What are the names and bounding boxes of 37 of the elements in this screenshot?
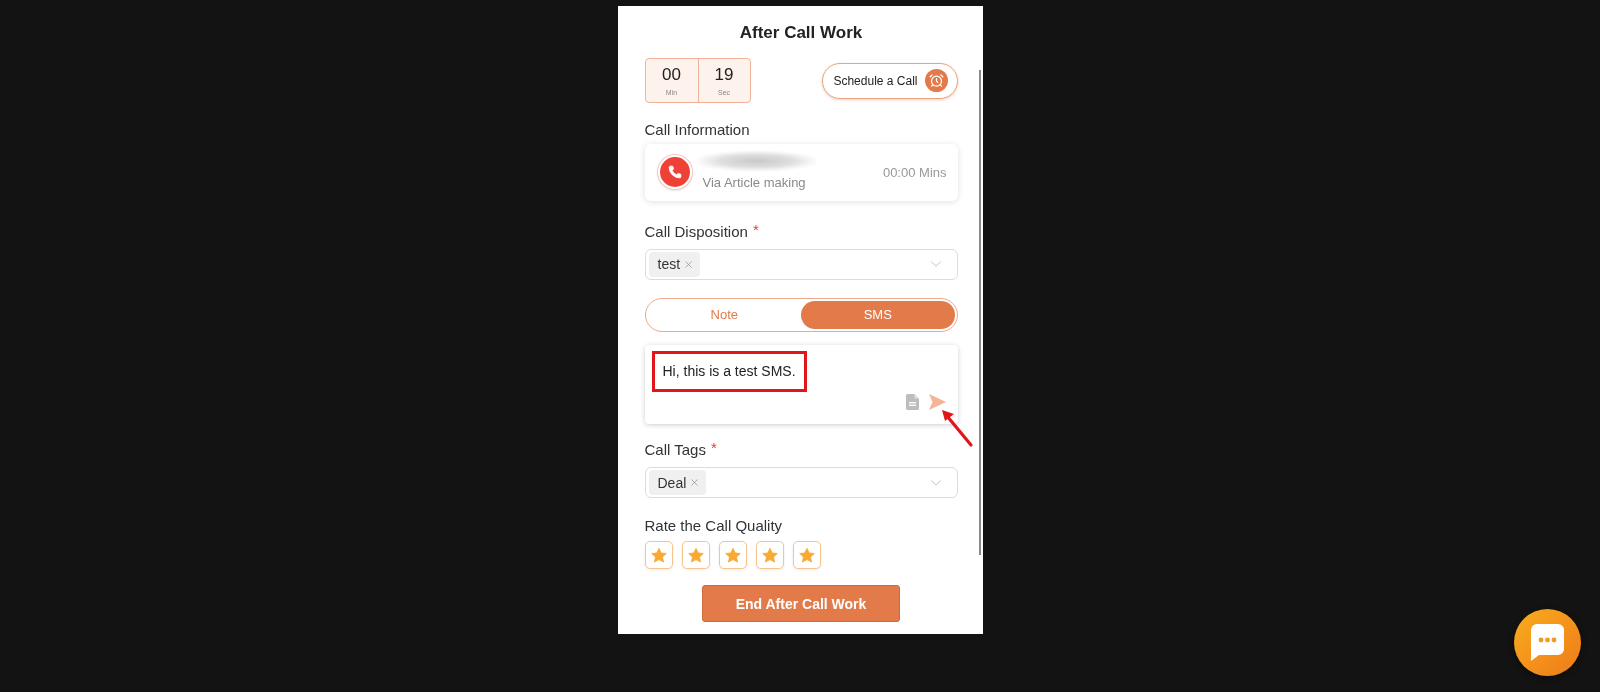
scrollbar[interactable] (978, 70, 981, 555)
timer-value: 00 (662, 64, 681, 85)
star-button[interactable] (644, 541, 673, 570)
chat-bubble-icon (1531, 624, 1564, 661)
phone-icon (657, 155, 692, 190)
required-mark: * (752, 221, 759, 238)
field-label: Call Tags (644, 440, 706, 461)
field-label: Rate the Call Quality (644, 516, 783, 537)
sms-input-field[interactable]: Hi, this is a test SMS. (644, 345, 958, 425)
disposition-select[interactable]: test (644, 248, 958, 280)
required-mark: * (710, 440, 717, 457)
field-label: Call Disposition (644, 221, 748, 242)
star-icon (761, 547, 778, 563)
call-duration: 00:00 Mins (882, 164, 947, 180)
star-button[interactable] (755, 541, 784, 570)
star-button[interactable] (792, 541, 821, 570)
panel-title: After Call Work (739, 22, 863, 44)
schedule-call-button[interactable]: Schedule a Call (822, 62, 958, 99)
send-icon[interactable] (928, 394, 946, 411)
tags-select[interactable]: Deal (644, 467, 958, 499)
star-icon (798, 547, 815, 563)
star-rating[interactable] (644, 541, 821, 570)
star-icon (650, 547, 667, 563)
close-icon[interactable] (683, 258, 695, 270)
alarm-clock-icon (924, 69, 948, 92)
call-source: Via Article making (702, 175, 807, 192)
tag-label: test (657, 256, 681, 273)
star-button[interactable] (718, 541, 747, 570)
tag-label: Deal (657, 474, 687, 491)
sms-text: Hi, this is a test SMS. (651, 351, 807, 393)
star-icon (724, 547, 741, 563)
timer-value: 19 (714, 64, 734, 85)
field-label: Call Information (644, 120, 750, 140)
close-icon[interactable] (689, 477, 701, 489)
document-icon[interactable] (905, 394, 919, 411)
star-button[interactable] (681, 541, 710, 570)
star-icon (687, 547, 704, 563)
